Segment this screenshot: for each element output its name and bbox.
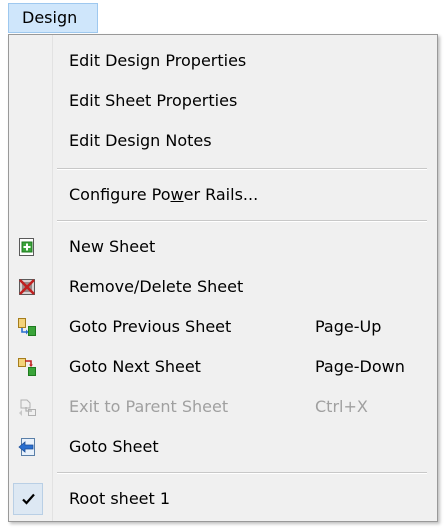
menu-item-shortcut: Page-Down bbox=[315, 357, 405, 376]
menu-item-label: Goto Previous Sheet bbox=[69, 317, 232, 336]
delete-sheet-icon bbox=[19, 279, 35, 295]
menu-item-edit-sheet-properties[interactable]: Edit Sheet Properties bbox=[9, 83, 437, 119]
menu-item-edit-design-notes[interactable]: Edit Design Notes bbox=[9, 123, 437, 159]
menu-separator bbox=[57, 220, 427, 222]
menu-item-label: Configure Power Rails... bbox=[69, 185, 259, 204]
menu-item-label: Edit Design Properties bbox=[69, 51, 247, 70]
menu-item-edit-design-properties[interactable]: Edit Design Properties bbox=[9, 43, 437, 79]
previous-sheet-icon bbox=[18, 318, 36, 336]
checkmark-icon bbox=[22, 493, 35, 505]
menubar: Design bbox=[0, 0, 447, 34]
menu-item-label: Edit Sheet Properties bbox=[69, 91, 238, 110]
next-sheet-icon bbox=[18, 358, 36, 376]
menu-item-label: New Sheet bbox=[69, 237, 156, 256]
menu-item-new-sheet[interactable]: New Sheet bbox=[9, 229, 437, 265]
menu-item-root-sheet-1[interactable]: Root sheet 1 bbox=[9, 481, 437, 517]
menu-item-exit-to-parent-sheet[interactable]: Exit to Parent Sheet Ctrl+X bbox=[9, 389, 437, 425]
goto-sheet-icon bbox=[18, 438, 35, 456]
menu-item-remove-delete-sheet[interactable]: Remove/Delete Sheet bbox=[9, 269, 437, 305]
new-sheet-icon bbox=[19, 238, 34, 256]
menu-item-label: Goto Next Sheet bbox=[69, 357, 201, 376]
menu-separator bbox=[57, 472, 427, 474]
menu-item-label: Goto Sheet bbox=[69, 437, 159, 456]
menu-item-goto-previous-sheet[interactable]: Goto Previous Sheet Page-Up bbox=[9, 309, 437, 345]
menu-item-label: Root sheet 1 bbox=[69, 489, 171, 508]
menu-item-label: Remove/Delete Sheet bbox=[69, 277, 244, 296]
menu-item-label: Edit Design Notes bbox=[69, 131, 212, 150]
exit-parent-sheet-icon bbox=[19, 399, 36, 416]
menu-design[interactable]: Design bbox=[8, 3, 98, 33]
menu-item-label: Exit to Parent Sheet bbox=[69, 397, 229, 416]
menu-item-goto-sheet[interactable]: Goto Sheet bbox=[9, 429, 437, 465]
menu-item-shortcut: Ctrl+X bbox=[315, 397, 368, 416]
menu-separator bbox=[57, 168, 427, 170]
menu-item-shortcut: Page-Up bbox=[315, 317, 382, 336]
design-dropdown-menu: Edit Design Properties Edit Sheet Proper… bbox=[8, 34, 438, 522]
menu-item-configure-power-rails[interactable]: Configure Power Rails... bbox=[9, 177, 437, 213]
menu-item-goto-next-sheet[interactable]: Goto Next Sheet Page-Down bbox=[9, 349, 437, 385]
